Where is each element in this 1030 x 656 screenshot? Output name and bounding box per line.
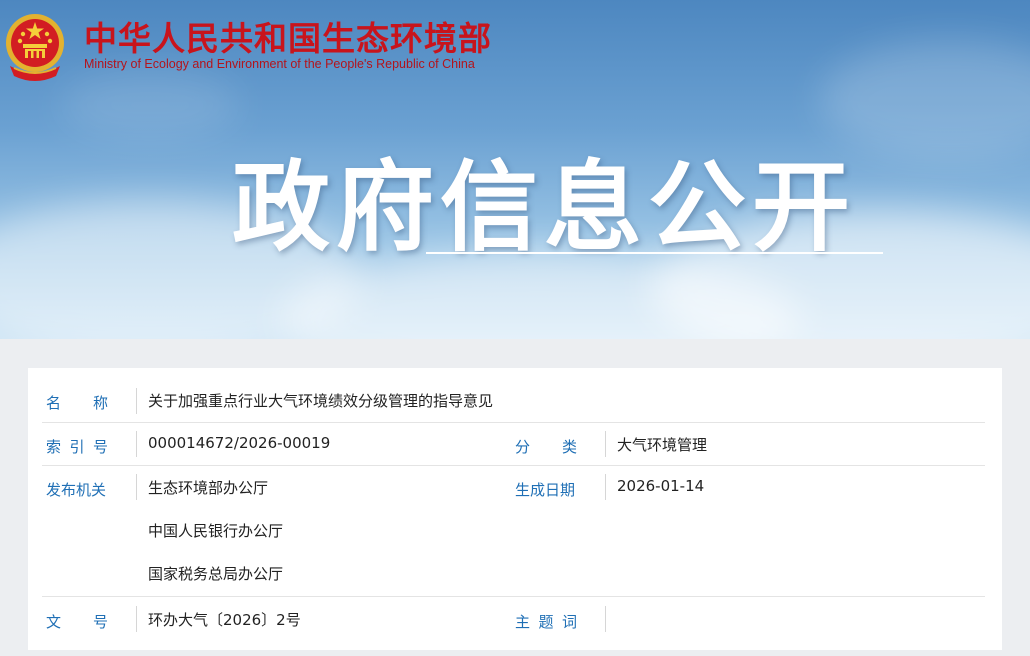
doc-no-label: 文 号 xyxy=(46,613,108,631)
ministry-name-cn[interactable]: 中华人民共和国生态环境部 xyxy=(84,12,492,60)
info-row-docno: 文 号 环办大气〔2026〕2号 主 题 词 xyxy=(42,597,985,641)
banner-underline xyxy=(426,252,883,254)
category-label: 分 类 xyxy=(515,438,577,456)
index-value: 000014672/2026-00019 xyxy=(148,434,331,452)
info-row-index: 索 引 号 000014672/2026-00019 分 类 大气环境管理 xyxy=(42,423,985,466)
name-label: 名 称 xyxy=(46,394,108,412)
index-label: 索 引 号 xyxy=(46,438,108,456)
doc-no-value: 环办大气〔2026〕2号 xyxy=(148,611,301,629)
national-emblem-icon[interactable] xyxy=(4,10,66,84)
divider xyxy=(136,474,137,500)
divider xyxy=(136,431,137,457)
header-banner: 中华人民共和国生态环境部 Ministry of Ecology and Env… xyxy=(0,0,1030,339)
issuer-value: 国家税务总局办公厅 xyxy=(148,565,284,583)
divider xyxy=(605,431,606,457)
divider xyxy=(136,388,137,414)
date-value: 2026-01-14 xyxy=(617,477,705,495)
divider xyxy=(136,606,137,632)
date-label: 生成日期 xyxy=(515,481,576,499)
ministry-name-en[interactable]: Ministry of Ecology and Environment of t… xyxy=(84,57,475,71)
cloud-decoration xyxy=(60,70,240,140)
banner-title: 政府信息公开 xyxy=(232,151,857,265)
info-row-name: 名 称 关于加强重点行业大气环境绩效分级管理的指导意见 xyxy=(42,380,985,423)
issuer-label: 发布机关 xyxy=(46,481,107,499)
divider xyxy=(605,606,606,632)
issuer-value: 中国人民银行办公厅 xyxy=(148,522,284,540)
category-value: 大气环境管理 xyxy=(617,436,708,454)
name-value: 关于加强重点行业大气环境绩效分级管理的指导意见 xyxy=(148,392,494,410)
subject-label: 主 题 词 xyxy=(515,613,577,631)
issuer-value: 生态环境部办公厅 xyxy=(148,479,269,497)
info-row-issuer: 发布机关 生态环境部办公厅 中国人民银行办公厅 国家税务总局办公厅 生成日期 2… xyxy=(42,466,985,597)
divider xyxy=(605,474,606,500)
document-info-panel: 名 称 关于加强重点行业大气环境绩效分级管理的指导意见 索 引 号 000014… xyxy=(28,368,1002,650)
